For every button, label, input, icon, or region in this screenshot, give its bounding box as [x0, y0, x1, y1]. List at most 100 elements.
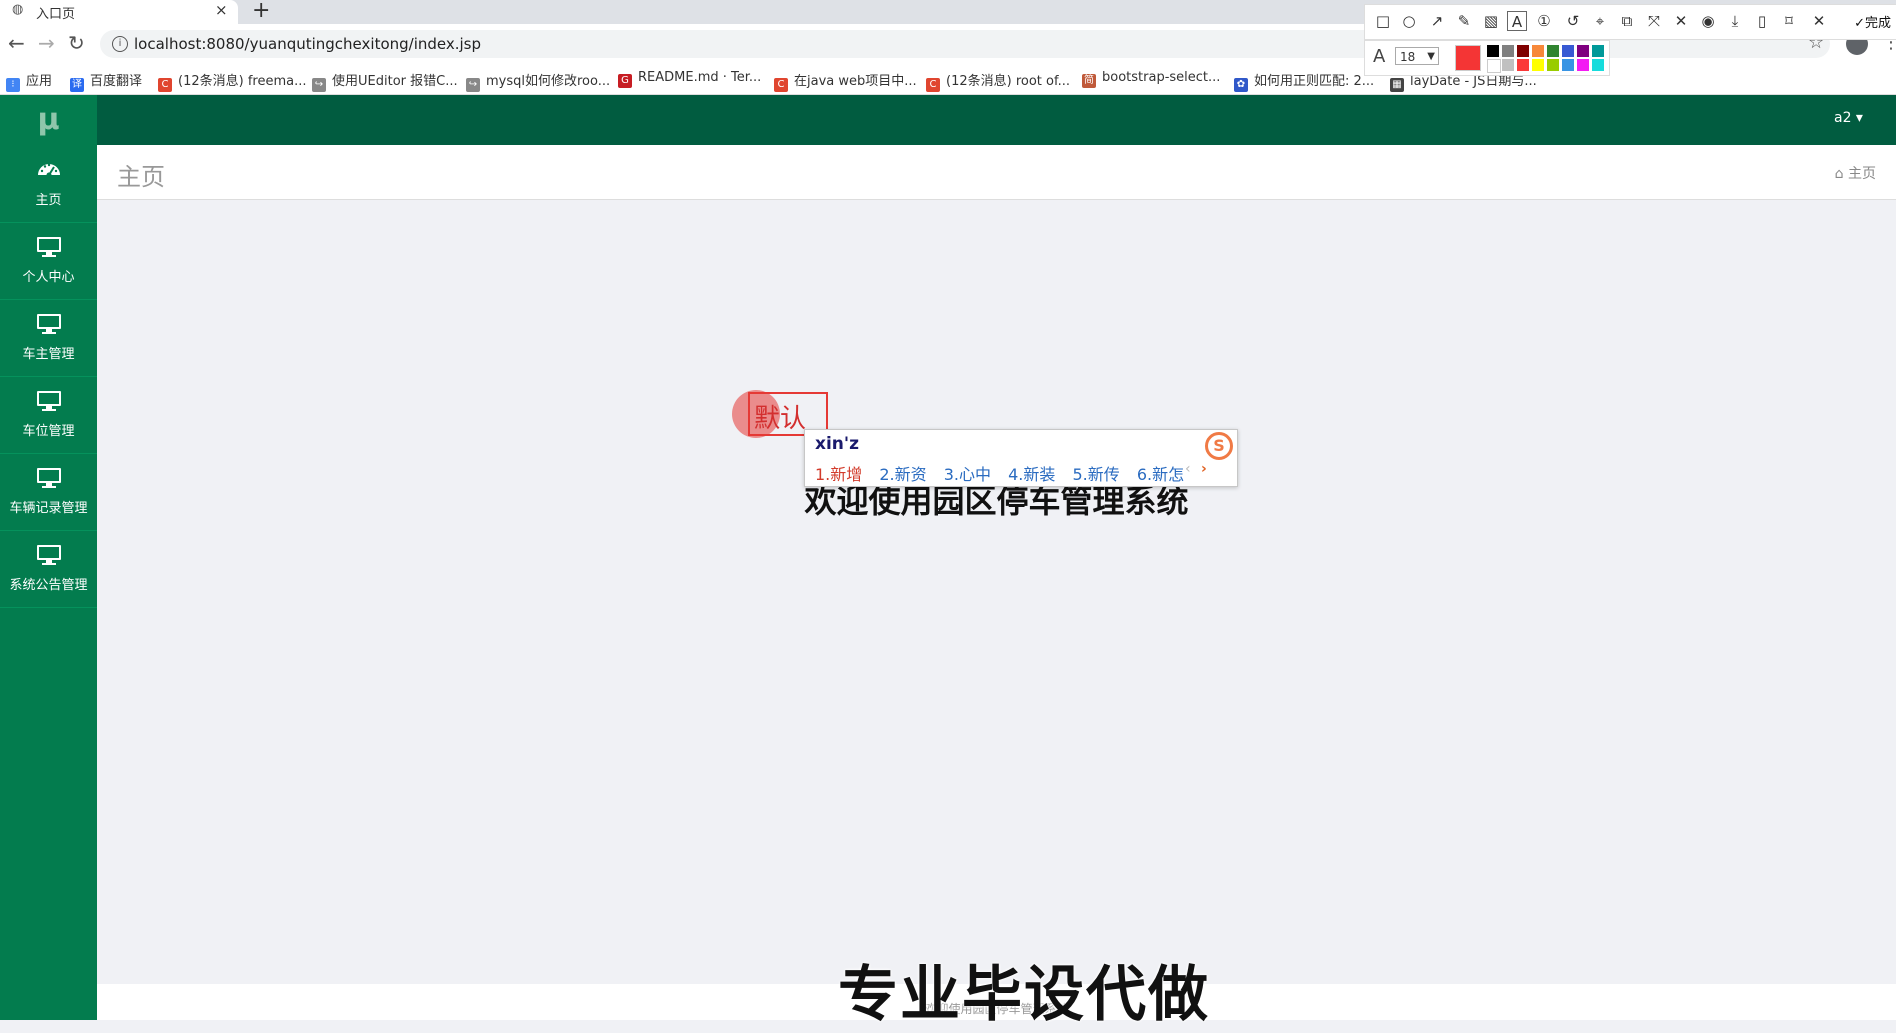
bookmark-item[interactable]: ↪ mysql如何修改roo...: [466, 70, 610, 92]
color-swatch[interactable]: [1547, 45, 1559, 57]
expand-tool-icon[interactable]: ⤧: [1644, 11, 1664, 31]
sogou-logo-icon[interactable]: S: [1205, 432, 1233, 460]
undo-icon[interactable]: ↺: [1563, 11, 1583, 31]
sidebar-item-label: 车位管理: [22, 424, 75, 439]
link-icon: ↪: [466, 78, 480, 92]
browser-tab[interactable]: ◍ 入口页 ×: [0, 0, 238, 24]
cancel-icon[interactable]: ✕: [1809, 11, 1829, 31]
dashboard-icon: [37, 163, 60, 178]
ime-candidate[interactable]: 4.新装: [1008, 465, 1055, 484]
phone-icon[interactable]: ▯: [1752, 11, 1772, 31]
laydate-icon: ▦: [1390, 78, 1404, 92]
done-button[interactable]: ✓完成: [1854, 12, 1891, 31]
apps-grid-icon: ⁝: [6, 78, 20, 92]
csdn-icon: C: [158, 78, 172, 92]
content-header: 主页 ⌂ 主页: [97, 145, 1896, 200]
monitor-icon: [36, 237, 61, 257]
bookmarks-bar: ⁝ 应用 译百度翻译 C (12条消息) freema... ↪ 使用UEditor …: [0, 64, 1896, 95]
sidebar-item-vehicle-records[interactable]: 车辆记录管理: [0, 453, 97, 531]
sidebar-item-label: 车辆记录管理: [9, 501, 88, 516]
bookmark-item[interactable]: ⁝ 应用: [6, 70, 52, 92]
sidebar-item-home[interactable]: 主页: [0, 145, 97, 223]
ime-candidate[interactable]: 5.新传: [1073, 465, 1120, 484]
mosaic-tool-icon[interactable]: ▧: [1481, 11, 1501, 31]
info-icon[interactable]: i: [112, 36, 128, 52]
ime-candidate[interactable]: 1.新增: [815, 465, 862, 484]
monitor-icon: [36, 545, 61, 565]
brand-logo[interactable]: μ: [0, 95, 97, 145]
sidebar-item-notice-management[interactable]: 系统公告管理: [0, 530, 97, 608]
text-tool-icon[interactable]: A: [1507, 11, 1527, 31]
sidebar-item-label: 主页: [35, 193, 62, 208]
reload-icon[interactable]: ↻: [68, 33, 85, 53]
color-swatch[interactable]: [1517, 59, 1529, 71]
bookmark-item[interactable]: 译百度翻译: [70, 70, 142, 92]
pen-tool-icon[interactable]: ✎: [1454, 11, 1474, 31]
ime-candidate[interactable]: 6.新怎: [1137, 465, 1184, 484]
arrow-tool-icon[interactable]: ↗: [1427, 11, 1447, 31]
csdn-icon: C: [926, 78, 940, 92]
user-dropdown[interactable]: a2 ▾: [1834, 110, 1863, 126]
font-size-icon: A: [1373, 46, 1386, 67]
ime-candidate[interactable]: 2.新资: [879, 465, 926, 484]
annotation-text: 默认: [754, 404, 807, 434]
bookmark-item[interactable]: C 在java web项目中...: [774, 70, 917, 92]
ellipse-tool-icon[interactable]: ○: [1399, 11, 1419, 31]
download-icon[interactable]: ⤓: [1725, 11, 1745, 31]
color-swatch[interactable]: [1592, 45, 1604, 57]
bookmark-item[interactable]: C (12条消息) freema...: [158, 70, 306, 92]
bookmark-item[interactable]: 简 bootstrap-select...: [1082, 70, 1220, 88]
translate-icon: 译: [70, 78, 84, 92]
sidebar-item-label: 系统公告管理: [9, 578, 88, 593]
tab-title: 入口页: [36, 7, 76, 22]
color-swatch[interactable]: [1562, 45, 1574, 57]
text-style-panel: A 18 ▼: [1364, 40, 1610, 76]
pin-tool-icon[interactable]: ⌖: [1590, 11, 1610, 31]
sidebar-item-owner-management[interactable]: 车主管理: [0, 299, 97, 377]
font-size-select[interactable]: 18 ▼: [1395, 47, 1439, 65]
ime-candidates: 1.新增 2.新资 3.心中 4.新装 5.新传 6.新怎: [815, 461, 1196, 485]
bookmark-item[interactable]: C (12条消息) root of...: [926, 70, 1070, 92]
current-color-swatch[interactable]: [1455, 45, 1481, 71]
ime-prev-page-icon[interactable]: ‹: [1185, 461, 1191, 477]
bookmark-item[interactable]: ↪ 使用UEditor 报错C...: [312, 70, 458, 92]
color-swatch[interactable]: [1532, 59, 1544, 71]
color-swatch[interactable]: [1502, 45, 1514, 57]
color-swatch[interactable]: [1592, 59, 1604, 71]
bookmark-tool-icon[interactable]: ⌑: [1779, 11, 1799, 31]
chevron-down-icon: ▼: [1427, 51, 1435, 62]
jianshu-icon: 简: [1082, 74, 1096, 88]
back-icon[interactable]: ←: [8, 33, 25, 53]
color-swatch[interactable]: [1562, 59, 1574, 71]
number-tool-icon[interactable]: ①: [1534, 11, 1554, 31]
breadcrumb[interactable]: ⌂ 主页: [1835, 163, 1876, 183]
color-swatch[interactable]: [1532, 45, 1544, 57]
color-swatch[interactable]: [1487, 45, 1499, 57]
tab-close-icon[interactable]: ×: [215, 1, 228, 19]
ime-candidate[interactable]: 3.心中: [944, 465, 991, 484]
new-tab-button[interactable]: +: [252, 0, 270, 23]
forward-icon[interactable]: →: [38, 33, 55, 53]
home-icon: ⌂: [1834, 166, 1848, 182]
record-tool-icon[interactable]: ◉: [1698, 11, 1718, 31]
color-swatch[interactable]: [1547, 59, 1559, 71]
sidebar-item-label: 个人中心: [22, 270, 75, 285]
color-swatch[interactable]: [1577, 59, 1589, 71]
magic-tool-icon[interactable]: ✕: [1671, 11, 1691, 31]
ime-next-page-icon[interactable]: ›: [1201, 461, 1207, 477]
color-swatch[interactable]: [1487, 59, 1501, 73]
sidebar-item-personal-center[interactable]: 个人中心: [0, 222, 97, 300]
color-swatch[interactable]: [1577, 45, 1589, 57]
top-navbar: μ a2 ▾: [0, 95, 1896, 145]
page-title: 主页: [117, 163, 165, 191]
sidebar-item-space-management[interactable]: 车位管理: [0, 376, 97, 454]
monitor-icon: [36, 391, 61, 411]
color-swatch[interactable]: [1502, 59, 1514, 71]
bookmark-item[interactable]: G README.md · Ter...: [618, 70, 761, 88]
color-swatch[interactable]: [1517, 45, 1529, 57]
ocr-tool-icon[interactable]: ⧉: [1617, 11, 1637, 31]
rectangle-tool-icon[interactable]: □: [1373, 11, 1393, 31]
globe-icon: ◍: [12, 2, 24, 17]
bookmark-item[interactable]: ✿ 如何用正则匹配: 2...: [1234, 70, 1374, 92]
screenshot-toolbar: □ ○ ↗ ✎ ▧ A ① ↺ ⌖ ⧉ ⤧ ✕ ◉ ⤓ ▯ ⌑ ✕ ✓完成: [1364, 4, 1896, 40]
